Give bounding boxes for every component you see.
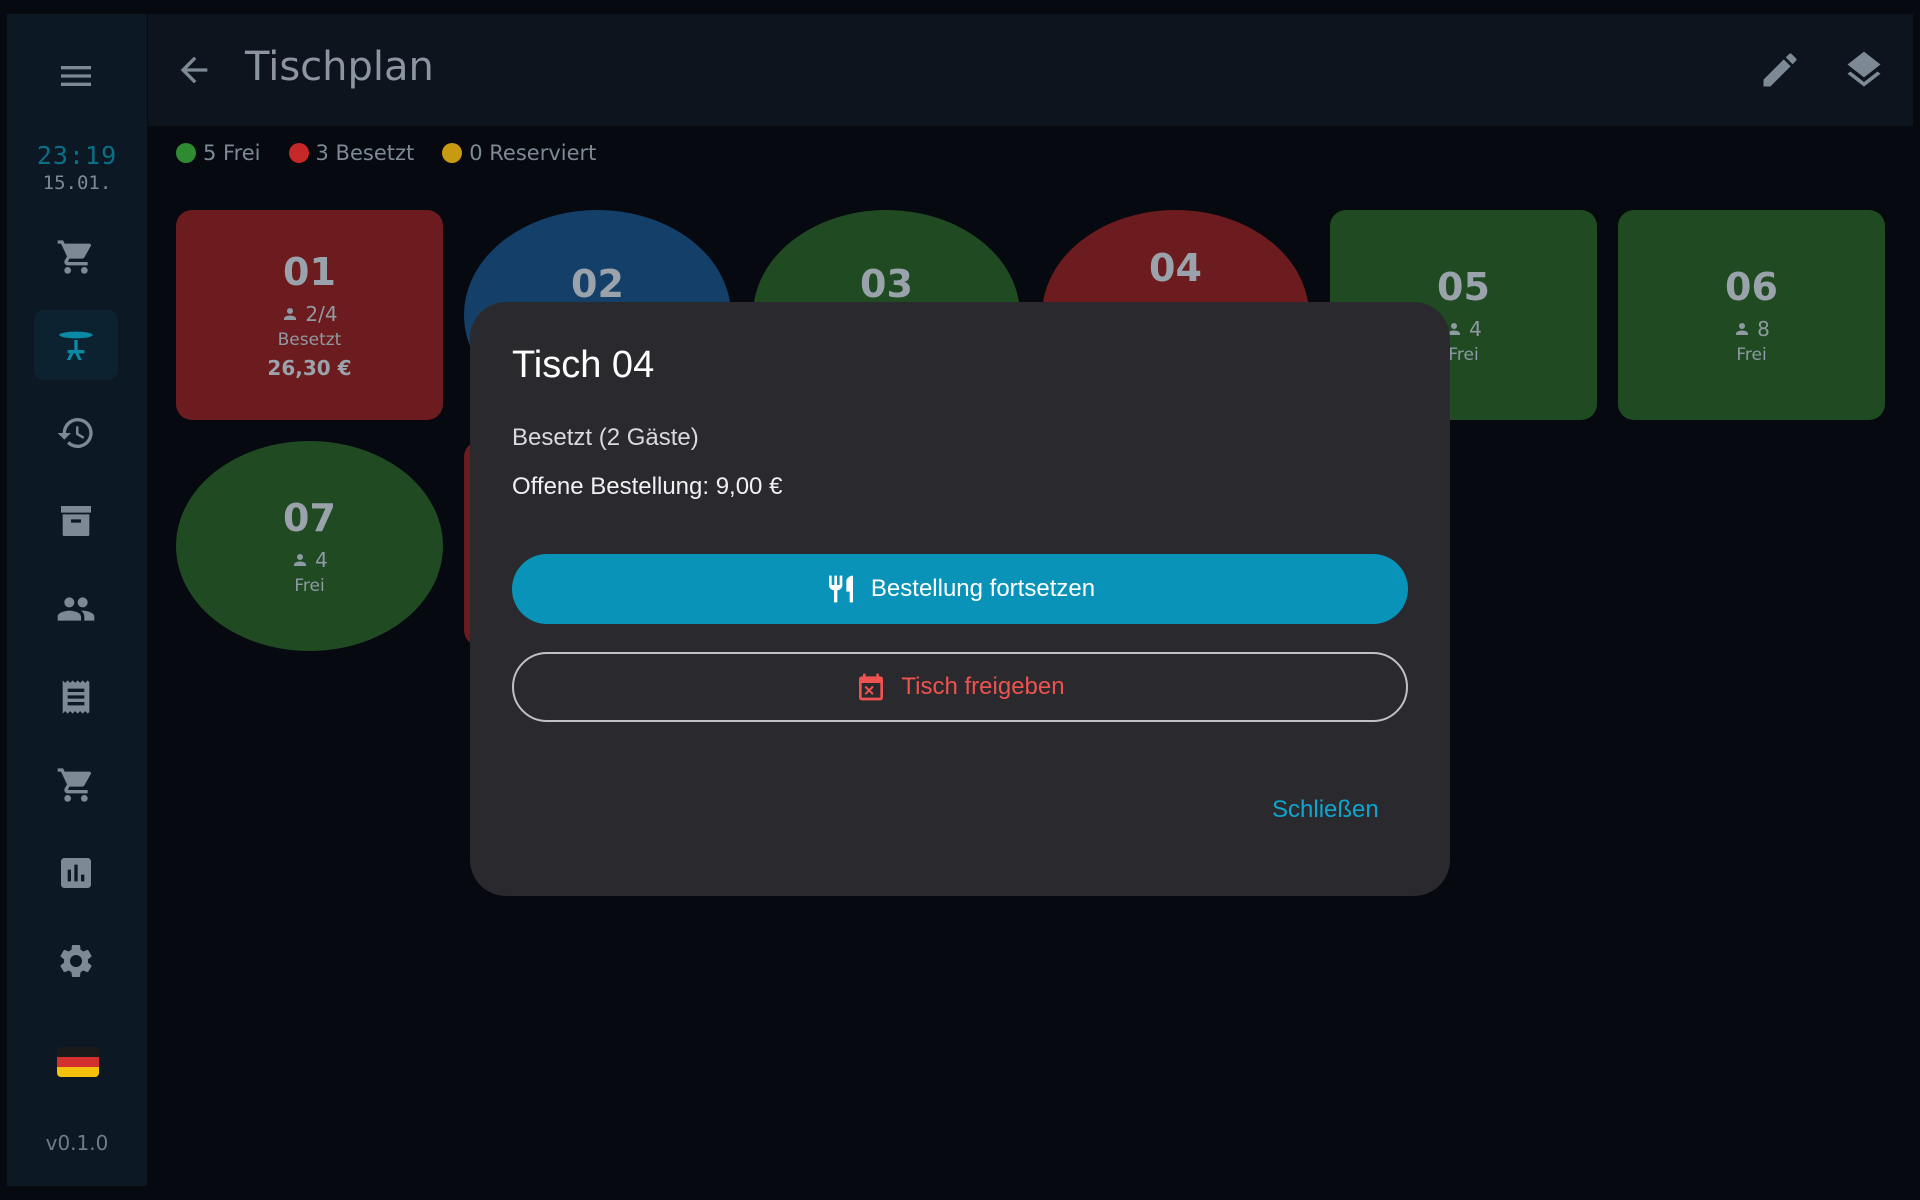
clock: 23:19 15.01. xyxy=(7,141,147,194)
layers-icon xyxy=(1847,51,1881,87)
dialog-status: Besetzt (2 Gäste) xyxy=(512,424,699,451)
table-status: Frei xyxy=(294,576,325,596)
sidebar-item-archive[interactable] xyxy=(34,486,118,556)
people-icon xyxy=(57,597,95,621)
table-number: 03 xyxy=(860,262,913,306)
edit-button[interactable] xyxy=(1758,48,1802,92)
pencil-icon xyxy=(1763,53,1797,87)
layers-button[interactable] xyxy=(1842,48,1886,92)
table-status: Frei xyxy=(1736,345,1767,365)
chart-icon xyxy=(61,858,91,888)
table-status: Besetzt xyxy=(277,330,342,350)
person-icon xyxy=(294,554,307,566)
page-title: Tischplan xyxy=(245,44,434,90)
sidebar-item-history[interactable] xyxy=(34,398,118,468)
person-icon xyxy=(1736,323,1749,335)
continue-order-label: Bestellung fortsetzen xyxy=(870,575,1096,602)
sidebar-item-orders[interactable] xyxy=(34,750,118,820)
table-card-01[interactable]: 01 2/4 Besetzt 26,30 € xyxy=(176,210,443,420)
top-app-bar: Tischplan xyxy=(148,14,1913,126)
legend-reserved-label: 0 Reserviert xyxy=(469,141,597,165)
sidebar-item-customers[interactable] xyxy=(34,574,118,644)
menu-button[interactable] xyxy=(34,41,118,111)
receipt-icon xyxy=(62,680,90,714)
app-root: 23:19 15.01. v0.1.0 Tischplan 5 Frei 3 B… xyxy=(0,0,1920,1200)
app-version: v0.1.0 xyxy=(45,1131,109,1155)
table-icon xyxy=(59,331,93,360)
dialog-open-order: Offene Bestellung: 9,00 € xyxy=(512,473,783,500)
calendar-remove-icon xyxy=(859,673,884,701)
table-number: 01 xyxy=(283,250,336,294)
table-number: 07 xyxy=(283,496,336,540)
table-card-07[interactable]: 07 4 Frei xyxy=(176,441,443,651)
continue-order-button[interactable]: Bestellung fortsetzen xyxy=(512,554,1408,624)
legend-occupied: 3 Besetzt xyxy=(288,141,415,165)
table-number: 05 xyxy=(1437,265,1490,309)
sidebar-item-pos[interactable] xyxy=(34,222,118,292)
menu-icon xyxy=(61,66,91,86)
table-guests: 8 xyxy=(1733,317,1770,341)
sidebar-item-tables[interactable] xyxy=(34,310,118,380)
dialog-title: Tisch 04 xyxy=(512,344,655,386)
sidebar-item-settings[interactable] xyxy=(34,926,118,996)
reserved-dot-icon xyxy=(442,143,463,163)
occupied-dot-icon xyxy=(288,143,309,163)
clock-time: 23:19 xyxy=(36,141,118,170)
table-number: 06 xyxy=(1725,265,1778,309)
table-guests: 4 xyxy=(1445,317,1482,341)
table-number: 02 xyxy=(571,262,624,306)
table-dialog: Tisch 04 Besetzt (2 Gäste) Offene Bestel… xyxy=(470,302,1450,896)
back-button[interactable] xyxy=(174,50,214,90)
legend-free: 5 Frei xyxy=(176,141,261,165)
free-dot-icon xyxy=(176,143,196,163)
table-guest-count: 4 xyxy=(315,548,328,572)
table-guests: 4 xyxy=(291,548,328,572)
sidebar-item-reports[interactable] xyxy=(34,838,118,908)
clock-date: 15.01. xyxy=(42,172,112,194)
person-icon xyxy=(284,308,297,320)
legend-free-label: 5 Frei xyxy=(203,141,261,165)
table-guest-count: 8 xyxy=(1757,317,1770,341)
table-card-06[interactable]: 06 8 Frei xyxy=(1618,210,1885,420)
status-legend: 5 Frei 3 Besetzt 0 Reserviert xyxy=(176,141,596,165)
flag-germany-icon[interactable] xyxy=(57,1047,99,1077)
release-table-button[interactable]: Tisch freigeben xyxy=(512,652,1408,722)
cart-icon xyxy=(57,240,91,274)
table-guests: 2/4 xyxy=(281,302,338,326)
gear-icon xyxy=(60,944,92,977)
history-icon xyxy=(57,418,93,448)
table-guest-count: 4 xyxy=(1469,317,1482,341)
sidebar-item-receipts[interactable] xyxy=(34,662,118,732)
legend-reserved: 0 Reserviert xyxy=(442,141,596,165)
table-amount: 26,30 € xyxy=(267,356,352,380)
table-guest-count: 2/4 xyxy=(305,302,338,326)
close-button[interactable]: Schließen xyxy=(1272,796,1379,824)
arrow-back-icon xyxy=(180,56,208,84)
table-number: 04 xyxy=(1149,246,1202,290)
release-table-label: Tisch freigeben xyxy=(901,673,1065,700)
cutlery-icon xyxy=(828,575,853,603)
table-status: Frei xyxy=(1448,345,1479,365)
legend-occupied-label: 3 Besetzt xyxy=(315,141,415,165)
cart-icon xyxy=(57,768,91,802)
archive-icon xyxy=(61,506,91,536)
